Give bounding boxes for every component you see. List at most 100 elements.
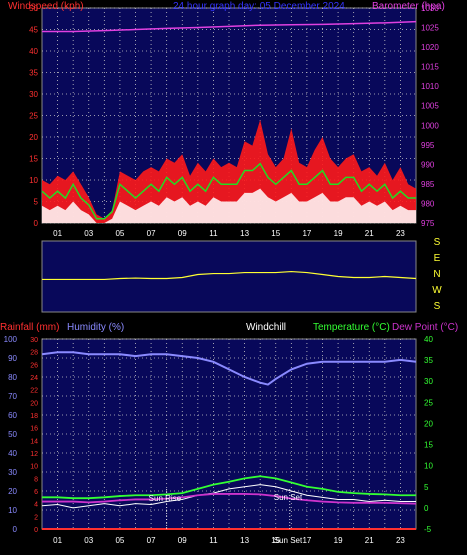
humidity-tick-label: 100 bbox=[4, 335, 18, 344]
temperature-tick-label: 15 bbox=[424, 441, 433, 450]
temp-x-tick-label: 21 bbox=[365, 536, 374, 545]
rainfall-tick-label: 12 bbox=[30, 451, 38, 458]
temperature-tick-label: 20 bbox=[424, 419, 433, 428]
barometer-tick-label: 1000 bbox=[421, 121, 439, 130]
compass-label: S bbox=[434, 301, 441, 312]
temp-x-tick-label: 11 bbox=[209, 536, 218, 545]
wind-x-tick-label: 19 bbox=[334, 229, 343, 238]
humidity-tick-label: 60 bbox=[8, 411, 17, 420]
temp-x-tick-label: 23 bbox=[396, 536, 405, 545]
windspeed-tick-label: 20 bbox=[29, 133, 38, 142]
barometer-tick-label: 995 bbox=[421, 141, 435, 150]
compass-label: E bbox=[434, 253, 441, 264]
rainfall-tick-label: 24 bbox=[30, 375, 38, 382]
wind-x-tick-label: 09 bbox=[178, 229, 187, 238]
humidity-tick-label: 40 bbox=[8, 449, 17, 458]
windspeed-tick-label: 40 bbox=[29, 47, 38, 56]
wind-x-tick-label: 07 bbox=[147, 229, 156, 238]
temperature-axis-ticks: -5 0 5 10 15 20 25 30 35 40 bbox=[424, 335, 433, 534]
dewpoint-axis-label: Dew Point (°C) bbox=[392, 322, 458, 333]
humidity-tick-label: 30 bbox=[8, 468, 17, 477]
rainfall-tick-label: 10 bbox=[30, 464, 38, 471]
rainfall-tick-label: 14 bbox=[30, 438, 38, 445]
rainfall-tick-label: 22 bbox=[30, 388, 38, 395]
wind-x-tick-label: 11 bbox=[209, 229, 218, 238]
windspeed-tick-label: 30 bbox=[29, 90, 38, 99]
barometer-tick-label: 1010 bbox=[421, 82, 439, 91]
sunset-annotation: Sun Set bbox=[274, 493, 303, 502]
compass-label: S bbox=[434, 237, 441, 248]
windspeed-tick-label: 25 bbox=[29, 112, 38, 121]
sunset-axis-annotation: Sun Set bbox=[274, 536, 303, 545]
wind-x-tick-label: 21 bbox=[365, 229, 374, 238]
temperature-tick-label: 5 bbox=[424, 483, 429, 492]
weather-graph-canvas: 05101520253035404550 9759809859909951000… bbox=[0, 1, 458, 545]
windspeed-tick-label: 35 bbox=[29, 69, 38, 78]
barometer-tick-label: 990 bbox=[421, 160, 435, 169]
humidity-tick-label: 20 bbox=[8, 487, 17, 496]
rainfall-tick-label: 4 bbox=[34, 502, 38, 509]
chart-title: 24 hour graph day: 05 December 2024 bbox=[173, 1, 345, 12]
barometer-tick-label: 985 bbox=[421, 180, 435, 189]
temperature-tick-label: -5 bbox=[424, 525, 432, 534]
barometer-axis-ticks: 9759809859909951000100510101015102010251… bbox=[421, 4, 439, 228]
rainfall-tick-label: 2 bbox=[34, 514, 38, 521]
temperature-tick-label: 10 bbox=[424, 462, 433, 471]
temp-x-axis-ticks: 01 03 05 07 09 11 13 15 17 19 21 23 bbox=[53, 536, 405, 545]
rainfall-tick-label: 18 bbox=[30, 413, 38, 420]
barometer-tick-label: 1020 bbox=[421, 43, 439, 52]
humidity-tick-label: 50 bbox=[8, 430, 17, 439]
windspeed-axis-ticks: 05101520253035404550 bbox=[29, 4, 38, 228]
rainfall-tick-label: 8 bbox=[34, 476, 38, 483]
temp-x-tick-label: 13 bbox=[240, 536, 249, 545]
wind-x-tick-label: 15 bbox=[271, 229, 280, 238]
wind-direction-plot-area bbox=[41, 240, 417, 313]
barometer-axis-label: Barometer (hpa) bbox=[372, 1, 445, 12]
barometer-tick-label: 1015 bbox=[421, 63, 439, 72]
temperature-tick-label: 40 bbox=[424, 335, 433, 344]
humidity-tick-label: 10 bbox=[8, 506, 17, 515]
humidity-axis-label: Humidity (%) bbox=[67, 322, 124, 333]
wind-x-tick-label: 01 bbox=[53, 229, 62, 238]
wind-barometer-panel: 05101520253035404550 9759809859909951000… bbox=[8, 1, 445, 238]
temperature-humidity-panel: 0102030405060708090100 02468101214161820… bbox=[0, 322, 458, 545]
rainfall-tick-label: 26 bbox=[30, 362, 38, 369]
rainfall-tick-label: 20 bbox=[30, 400, 38, 407]
temperature-tick-label: 30 bbox=[424, 377, 433, 386]
wind-x-tick-label: 03 bbox=[84, 229, 93, 238]
windspeed-tick-label: 0 bbox=[34, 219, 39, 228]
temp-x-tick-label: 05 bbox=[115, 536, 124, 545]
temp-x-tick-label: 19 bbox=[334, 536, 343, 545]
temperature-tick-label: 25 bbox=[424, 398, 433, 407]
barometer-tick-label: 980 bbox=[421, 199, 435, 208]
wind-direction-panel: SENWS bbox=[41, 237, 442, 313]
humidity-tick-label: 70 bbox=[8, 392, 17, 401]
rainfall-tick-label: 16 bbox=[30, 426, 38, 433]
barometer-tick-label: 1025 bbox=[421, 24, 439, 33]
barometer-tick-label: 1005 bbox=[421, 102, 439, 111]
windspeed-tick-label: 45 bbox=[29, 26, 38, 35]
temperature-tick-label: 35 bbox=[424, 356, 433, 365]
windspeed-axis-label: Windspeed (kph) bbox=[8, 1, 84, 12]
rainfall-tick-label: 28 bbox=[30, 350, 38, 357]
rainfall-tick-label: 0 bbox=[34, 527, 38, 534]
rainfall-tick-label: 6 bbox=[34, 489, 38, 496]
windspeed-tick-label: 15 bbox=[29, 155, 38, 164]
temperature-tick-label: 0 bbox=[424, 504, 429, 513]
wind-x-tick-label: 13 bbox=[240, 229, 249, 238]
humidity-axis-ticks: 0 10 20 30 40 50 60 70 80 90 100 bbox=[4, 335, 18, 534]
compass-labels: SENWS bbox=[432, 237, 442, 312]
temperature-axis-label: Temperature (°C) bbox=[313, 322, 390, 333]
barometer-tick-label: 975 bbox=[421, 219, 435, 228]
compass-label: W bbox=[432, 285, 442, 296]
temp-x-tick-label: 09 bbox=[178, 536, 187, 545]
humidity-tick-label: 80 bbox=[8, 373, 17, 382]
humidity-tick-label: 90 bbox=[8, 354, 17, 363]
wind-x-tick-label: 17 bbox=[302, 229, 311, 238]
windspeed-tick-label: 5 bbox=[34, 198, 39, 207]
compass-label: N bbox=[433, 269, 440, 280]
rainfall-tick-label: 30 bbox=[30, 337, 38, 344]
rainfall-axis-label: Rainfall (mm) bbox=[0, 322, 59, 333]
wind-x-tick-label: 05 bbox=[115, 229, 124, 238]
wind-x-tick-label: 23 bbox=[396, 229, 405, 238]
